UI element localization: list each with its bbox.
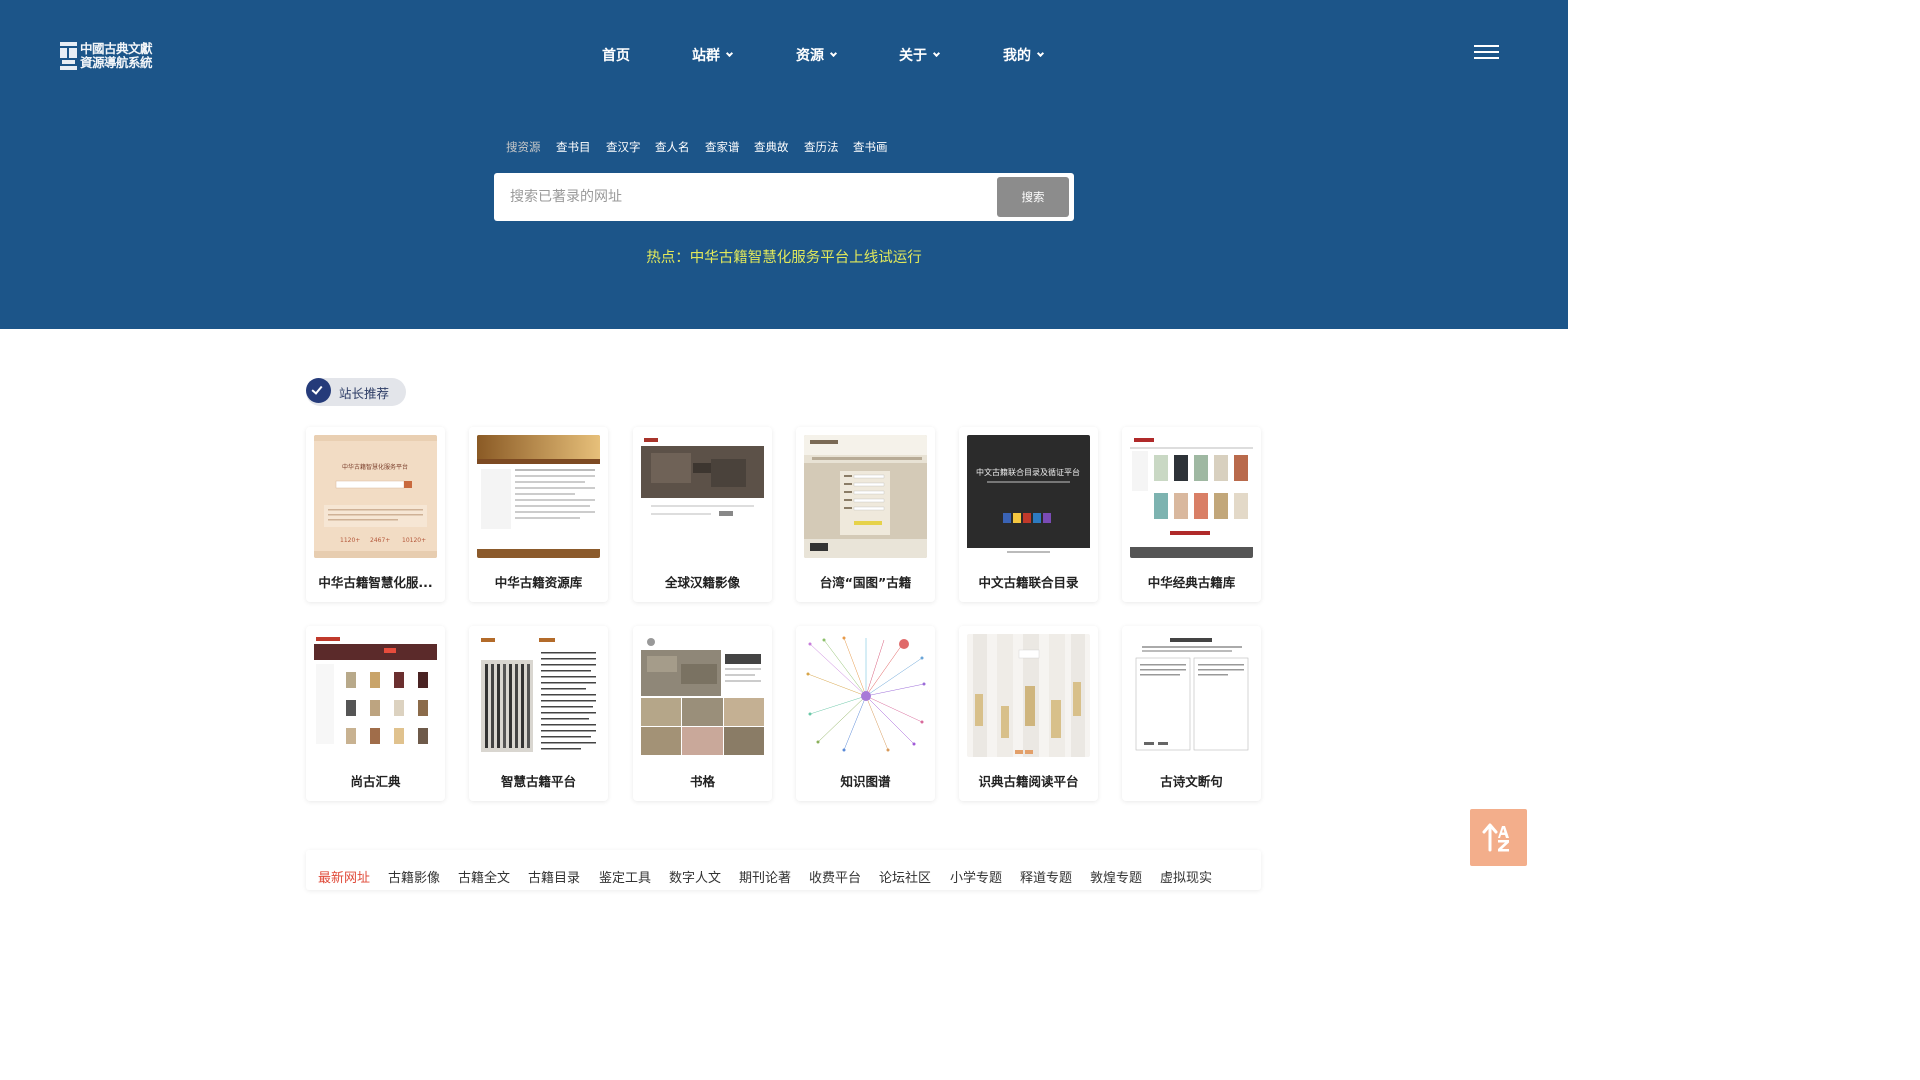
- search-tab-bibliography[interactable]: 查书目: [556, 139, 591, 155]
- site-card[interactable]: 中华古籍智慧化服务平台 1120+ 2467+ 10120+ 中华古籍智慧化服...: [306, 427, 445, 602]
- site-card-title: 古诗文断句: [1160, 774, 1223, 789]
- category-tab[interactable]: 古籍影像: [388, 867, 440, 886]
- category-tab[interactable]: 古籍全文: [458, 867, 510, 886]
- svg-text:2467+: 2467+: [370, 537, 390, 544]
- site-card[interactable]: 识典古籍阅读平台: [959, 626, 1098, 801]
- recommend-badge-label: 站长推荐: [339, 386, 390, 401]
- main-nav: 首页 站群 资源 关于 我的: [0, 44, 1568, 66]
- category-tab[interactable]: 期刊论著: [739, 867, 791, 886]
- site-card[interactable]: 智慧古籍平台: [469, 626, 608, 801]
- search-input[interactable]: [510, 185, 980, 209]
- site-card[interactable]: 古诗文断句: [1122, 626, 1261, 801]
- site-thumbnail: [967, 634, 1090, 757]
- category-tab[interactable]: 最新网址: [318, 867, 370, 886]
- site-card[interactable]: 中华经典古籍库: [1122, 427, 1261, 602]
- search-tab-genealogy[interactable]: 查家谱: [705, 139, 740, 155]
- recommend-badge: 站长推荐: [306, 378, 406, 406]
- site-card[interactable]: 全球汉籍影像: [633, 427, 772, 602]
- site-card-title: 中文古籍联合目录: [978, 575, 1079, 590]
- hot-news-link[interactable]: 热点：中华古籍智慧化服务平台上线试运行: [0, 246, 1568, 267]
- site-thumbnail: [641, 634, 764, 757]
- site-card-title: 尚古汇典: [350, 774, 401, 789]
- category-tab[interactable]: 古籍目录: [528, 867, 580, 886]
- nav-home[interactable]: 首页: [602, 44, 630, 66]
- category-tab[interactable]: 小学专题: [950, 867, 1002, 886]
- site-thumbnail: 中华古籍智慧化服务平台 1120+ 2467+ 10120+: [314, 435, 437, 558]
- svg-text:1120+: 1120+: [340, 537, 360, 544]
- category-tab[interactable]: 收费平台: [809, 867, 861, 886]
- category-tab[interactable]: 数字人文: [669, 867, 721, 886]
- search-tab-characters[interactable]: 查汉字: [606, 139, 641, 155]
- hero-header: 中國古典文獻 資源導航系統 首页 站群 资源 关于 我的 搜资源 查书目 查汉字…: [0, 0, 1568, 329]
- site-card-title: 智慧古籍平台: [500, 774, 576, 789]
- site-thumbnail: [641, 435, 764, 558]
- site-thumbnail: [477, 634, 600, 757]
- site-thumbnail: [804, 634, 927, 757]
- category-tab[interactable]: 释道专题: [1020, 867, 1072, 886]
- category-tab[interactable]: 鉴定工具: [599, 867, 651, 886]
- search-tab-paintings[interactable]: 查书画: [853, 139, 888, 155]
- nav-sites[interactable]: 站群: [692, 44, 734, 66]
- site-card-title: 知识图谱: [840, 774, 891, 789]
- search-tab-allusions[interactable]: 查典故: [754, 139, 789, 155]
- category-tab[interactable]: 敦煌专题: [1090, 867, 1142, 886]
- sort-az-icon: [1482, 823, 1509, 852]
- chevron-down-icon: [1036, 49, 1045, 57]
- site-card[interactable]: 尚古汇典: [306, 626, 445, 801]
- category-tab[interactable]: 虚拟现实: [1160, 867, 1212, 886]
- category-tabs: 最新网址 古籍影像 古籍全文 古籍目录 鉴定工具 数字人文 期刊论著 收费平台 …: [306, 850, 1261, 890]
- site-card-title: 台湾“国图”古籍: [819, 575, 912, 590]
- site-card[interactable]: 中华古籍资源库: [469, 427, 608, 602]
- hamburger-icon[interactable]: [1474, 43, 1499, 59]
- nav-mine-label: 我的: [1003, 48, 1031, 64]
- check-icon: [306, 378, 331, 403]
- site-thumbnail: [1130, 435, 1253, 558]
- site-thumbnail: [804, 435, 927, 558]
- site-thumbnail: [1130, 634, 1253, 757]
- site-thumbnail: [477, 435, 600, 558]
- site-card-title: 全球汉籍影像: [664, 575, 740, 590]
- site-card-title: 中华经典古籍库: [1147, 575, 1236, 590]
- svg-text:中文古籍联合目录及循证平台: 中文古籍联合目录及循证平台: [976, 467, 1080, 477]
- search-tab-calendar[interactable]: 查历法: [804, 139, 839, 155]
- nav-resources[interactable]: 资源: [796, 44, 838, 66]
- nav-resources-label: 资源: [796, 48, 824, 64]
- back-to-top-button[interactable]: [1470, 809, 1527, 866]
- nav-mine[interactable]: 我的: [1003, 44, 1045, 66]
- nav-about[interactable]: 关于: [899, 44, 941, 66]
- site-thumbnail: 中文古籍联合目录及循证平台: [967, 435, 1090, 558]
- chevron-down-icon: [829, 49, 838, 57]
- search-box: 搜索: [494, 173, 1074, 221]
- site-card-title: 中华古籍智慧化服...: [318, 575, 433, 590]
- search-tab-names[interactable]: 查人名: [655, 139, 690, 155]
- chevron-down-icon: [725, 49, 734, 57]
- site-card-title: 中华古籍资源库: [494, 575, 583, 590]
- site-card[interactable]: 台湾“国图”古籍: [796, 427, 935, 602]
- nav-about-label: 关于: [899, 48, 927, 64]
- search-button[interactable]: 搜索: [997, 177, 1069, 217]
- svg-text:10120+: 10120+: [402, 537, 426, 544]
- nav-sites-label: 站群: [692, 48, 720, 64]
- site-card[interactable]: 知识图谱: [796, 626, 935, 801]
- site-card-title: 书格: [689, 774, 715, 789]
- site-thumbnail: [314, 634, 437, 757]
- site-card[interactable]: 中文古籍联合目录及循证平台 中文古籍联合目录: [959, 427, 1098, 602]
- search-tab-resources[interactable]: 搜资源: [506, 139, 541, 155]
- site-card-title: 识典古籍阅读平台: [978, 774, 1079, 789]
- svg-text:中华古籍智慧化服务平台: 中华古籍智慧化服务平台: [342, 463, 408, 471]
- chevron-down-icon: [932, 49, 941, 57]
- category-tab[interactable]: 论坛社区: [879, 867, 931, 886]
- nav-home-label: 首页: [602, 48, 630, 64]
- site-card[interactable]: 书格: [633, 626, 772, 801]
